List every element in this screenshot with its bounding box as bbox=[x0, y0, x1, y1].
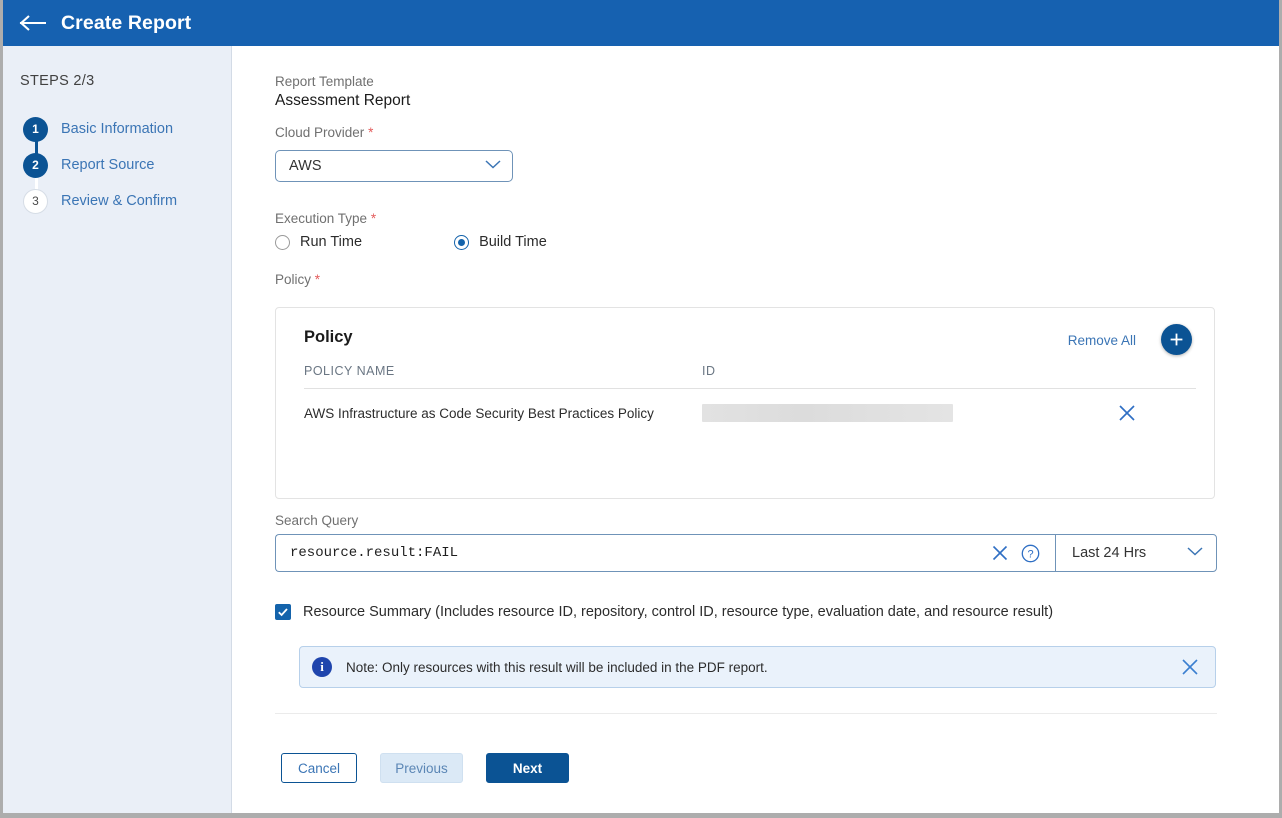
step-label-2: Report Source bbox=[61, 157, 155, 173]
policy-panel-title: Policy bbox=[304, 328, 353, 346]
step-bullet-1: 1 bbox=[23, 116, 48, 142]
dismiss-note-icon[interactable] bbox=[1179, 656, 1201, 678]
execution-type-label-text: Execution Type bbox=[275, 211, 368, 226]
clear-search-icon[interactable] bbox=[987, 540, 1013, 566]
info-icon: i bbox=[312, 657, 332, 677]
cloud-provider-select[interactable]: AWS bbox=[275, 150, 513, 182]
remove-policy-row-button[interactable] bbox=[1102, 402, 1196, 424]
steps-list: 1 Basic Information 2 Report Source 3 Re… bbox=[3, 111, 231, 219]
add-policy-button[interactable] bbox=[1161, 324, 1192, 355]
cloud-provider-required-mark: * bbox=[368, 125, 374, 140]
chevron-down-icon-range bbox=[1186, 544, 1204, 562]
policy-field-label: Policy * bbox=[275, 272, 320, 287]
policy-panel: Policy Remove All POLICY NAME ID AWS Inf… bbox=[275, 307, 1215, 499]
policy-table-header: POLICY NAME ID bbox=[304, 364, 1196, 389]
main-form: Report Template Assessment Report Cloud … bbox=[233, 46, 1279, 813]
remove-all-button[interactable]: Remove All bbox=[1068, 333, 1136, 348]
search-query-row: ? Last 24 Hrs bbox=[275, 534, 1217, 572]
radio-build-time-label: Build Time bbox=[479, 234, 547, 250]
radio-selected-dot bbox=[458, 238, 466, 246]
time-range-select[interactable]: Last 24 Hrs bbox=[1055, 534, 1217, 572]
cloud-provider-label: Cloud Provider * bbox=[275, 125, 373, 140]
column-header-id: ID bbox=[702, 364, 716, 378]
policy-field-label-text: Policy bbox=[275, 272, 312, 287]
steps-counter: STEPS 2/3 bbox=[20, 73, 95, 89]
radio-run-time-label: Run Time bbox=[300, 234, 363, 250]
execution-type-radio-group: Run Time Build Time bbox=[275, 234, 547, 250]
search-input-wrapper: ? bbox=[275, 534, 1055, 572]
note-banner-text: Note: Only resources with this result wi… bbox=[346, 659, 768, 675]
note-banner: i Note: Only resources with this result … bbox=[299, 646, 1216, 688]
checkbox-checked-icon[interactable] bbox=[275, 604, 291, 620]
search-query-label: Search Query bbox=[275, 513, 359, 528]
report-template-label: Report Template bbox=[275, 74, 374, 89]
sidebar-step-review-confirm[interactable]: 3 Review & Confirm bbox=[3, 183, 231, 219]
page-title: Create Report bbox=[61, 11, 192, 34]
resource-summary-checkbox-row[interactable]: Resource Summary (Includes resource ID, … bbox=[275, 604, 1053, 620]
resource-summary-label: Resource Summary (Includes resource ID, … bbox=[303, 604, 1054, 620]
steps-sidebar: STEPS 2/3 1 Basic Information 2 Report S… bbox=[3, 46, 232, 813]
step-label-1: Basic Information bbox=[61, 121, 174, 137]
cloud-provider-label-text: Cloud Provider bbox=[275, 125, 365, 140]
cloud-provider-value: AWS bbox=[289, 158, 322, 174]
radio-run-time[interactable]: Run Time bbox=[275, 234, 362, 250]
search-input[interactable] bbox=[288, 544, 987, 562]
footer-buttons: Cancel Previous Next bbox=[281, 753, 569, 783]
report-template-value: Assessment Report bbox=[275, 92, 411, 109]
step-bullet-2: 2 bbox=[23, 152, 48, 178]
step-bullet-3: 3 bbox=[23, 188, 48, 214]
policy-row-name: AWS Infrastructure as Code Security Best… bbox=[304, 405, 654, 421]
radio-run-time-icon bbox=[275, 234, 290, 250]
back-arrow-icon[interactable] bbox=[16, 10, 50, 36]
policy-required-mark: * bbox=[314, 272, 321, 287]
column-header-actions bbox=[1102, 364, 1196, 378]
previous-button[interactable]: Previous bbox=[380, 753, 463, 783]
step-label-3: Review & Confirm bbox=[61, 193, 178, 209]
radio-build-time-icon bbox=[454, 234, 470, 250]
cancel-button[interactable]: Cancel bbox=[281, 753, 357, 783]
footer-divider bbox=[275, 713, 1217, 714]
help-icon[interactable]: ? bbox=[1017, 540, 1043, 566]
app-window: Create Report STEPS 2/3 1 Basic Informat… bbox=[0, 0, 1282, 818]
execution-type-label: Execution Type * bbox=[275, 211, 376, 226]
column-header-policy-name: POLICY NAME bbox=[304, 364, 395, 378]
policy-row-id bbox=[702, 404, 1102, 422]
app-header: Create Report bbox=[3, 0, 1279, 46]
redacted-id-value bbox=[702, 404, 953, 422]
policy-table: POLICY NAME ID AWS Infrastructure as Cod… bbox=[304, 364, 1196, 432]
svg-text:?: ? bbox=[1027, 548, 1033, 560]
time-range-value: Last 24 Hrs bbox=[1072, 545, 1147, 561]
execution-type-required-mark: * bbox=[370, 211, 377, 226]
close-icon bbox=[1119, 405, 1135, 421]
radio-build-time[interactable]: Build Time bbox=[454, 234, 547, 250]
chevron-down-icon bbox=[484, 157, 502, 175]
next-button[interactable]: Next bbox=[486, 753, 569, 783]
table-row: AWS Infrastructure as Code Security Best… bbox=[304, 394, 1196, 432]
